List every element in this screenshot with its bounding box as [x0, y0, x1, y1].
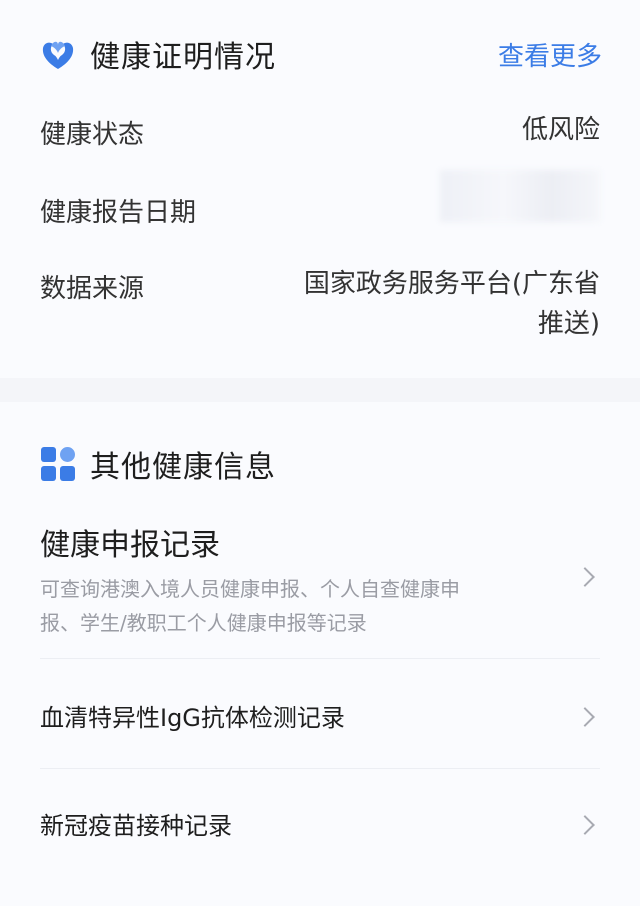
health-declaration-record-desc-line1: 可查询港澳入境人员健康申报、个人自查健康申: [40, 577, 460, 601]
data-source-value: 国家政务服务平台(广东省 推送): [304, 264, 600, 344]
health-card-header: 健康证明情况: [40, 32, 276, 76]
grid-blocks-icon: [40, 446, 76, 482]
other-info-title: 其他健康信息: [90, 450, 276, 485]
divider: [40, 658, 600, 659]
data-source-value-line1: 国家政务服务平台(广东省: [303, 269, 600, 299]
health-declaration-record-title: 健康申报记录: [40, 528, 220, 563]
health-certificate-card: 健康证明情况 查看更多 健康状态 低风险 健康报告日期 数据来源 国家政务服务平…: [0, 0, 640, 378]
other-info-header: 其他健康信息: [40, 442, 276, 486]
health-card-title: 健康证明情况: [90, 40, 276, 75]
view-more-link[interactable]: 查看更多: [498, 36, 602, 73]
heart-leaf-icon: [40, 36, 76, 72]
other-health-info-card: 其他健康信息 健康申报记录 可查询港澳入境人员健康申报、个人自查健康申 报、学生…: [0, 402, 640, 906]
health-declaration-record-desc: 可查询港澳入境人员健康申报、个人自查健康申 报、学生/教职工个人健康申报等记录: [40, 572, 530, 640]
data-source-label: 数据来源: [40, 274, 145, 304]
igg-antibody-record-item[interactable]: 血清特异性IgG抗体检测记录: [40, 698, 600, 738]
report-date-label: 健康报告日期: [40, 198, 197, 228]
data-source-value-line2: 推送): [537, 309, 600, 339]
health-status-label: 健康状态: [40, 120, 145, 150]
health-declaration-record-item[interactable]: 健康申报记录 可查询港澳入境人员健康申报、个人自查健康申 报、学生/教职工个人健…: [40, 520, 600, 640]
igg-antibody-record-title: 血清特异性IgG抗体检测记录: [40, 704, 345, 732]
vaccination-record-title: 新冠疫苗接种记录: [40, 812, 232, 840]
report-date-value-redacted: [440, 170, 600, 222]
vaccination-record-item[interactable]: 新冠疫苗接种记录: [40, 806, 600, 846]
health-status-value: 低风险: [521, 115, 600, 145]
chevron-right-icon: [575, 567, 595, 587]
health-declaration-record-desc-line2: 报、学生/教职工个人健康申报等记录: [40, 611, 367, 635]
divider: [40, 768, 600, 769]
